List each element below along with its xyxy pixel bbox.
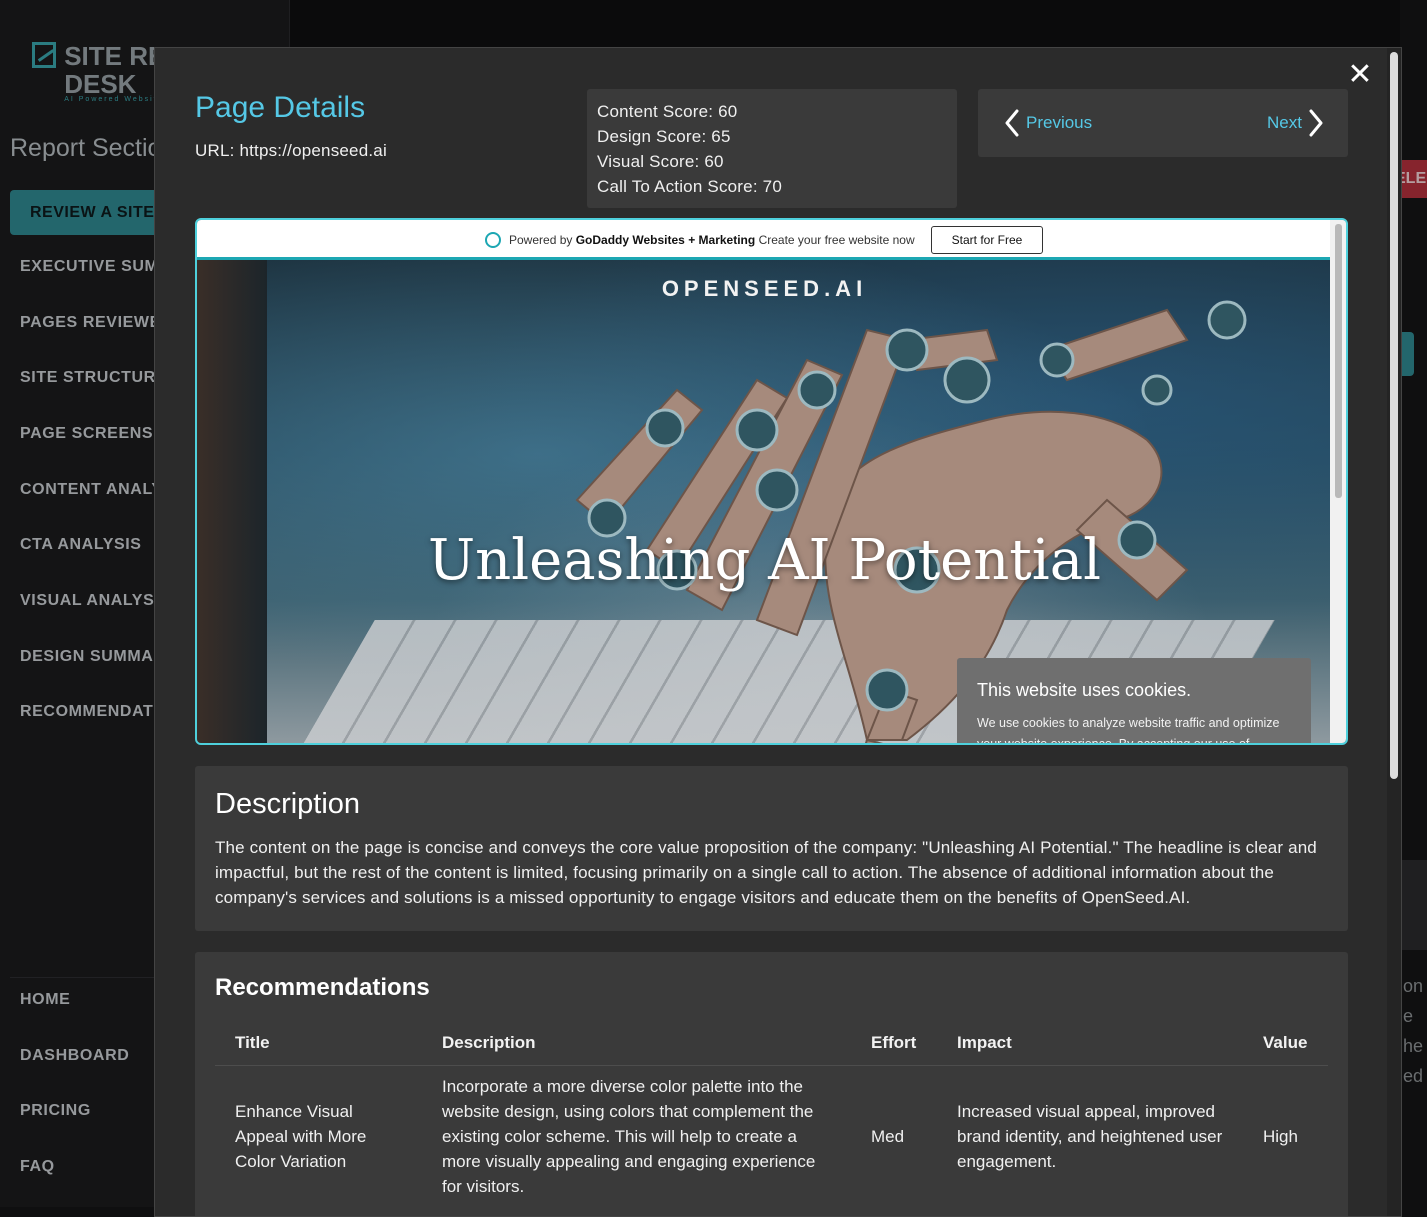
- site-brand-name: OPENSEED.AI: [661, 276, 868, 301]
- rec-value-cell: High: [1263, 1127, 1298, 1146]
- next-button[interactable]: Next: [1267, 109, 1324, 137]
- scores-panel: Content Score: 60 Design Score: 65 Visua…: [587, 89, 957, 208]
- page-details-modal: ✕ Page Details URL: https://openseed.ai …: [154, 47, 1402, 1217]
- column-header-description[interactable]: Description: [422, 1025, 851, 1066]
- page-screenshot-preview[interactable]: Powered by GoDaddy Websites + Marketing …: [195, 218, 1348, 745]
- rec-effort-cell: Med: [871, 1127, 905, 1146]
- recommendations-table: Title Description Effort Impact Value En…: [215, 1025, 1328, 1207]
- modal-scrollbar-thumb[interactable]: [1390, 52, 1398, 779]
- close-button[interactable]: ✕: [1346, 58, 1374, 91]
- column-header-title[interactable]: Title: [215, 1025, 422, 1066]
- page-url: URL: https://openseed.ai: [195, 141, 387, 160]
- design-score: Design Score: 65: [597, 127, 731, 146]
- hero-headline: Unleashing AI Potential: [427, 528, 1102, 593]
- rec-title-cell: Enhance Visual Appeal with More Color Va…: [235, 1102, 367, 1171]
- cookie-banner-body: We use cookies to analyze website traffi…: [977, 716, 1280, 745]
- content-score: Content Score: 60: [597, 102, 738, 121]
- preview-scrollbar[interactable]: [1330, 220, 1346, 743]
- preview-scrollbar-thumb[interactable]: [1335, 224, 1342, 498]
- chevron-right-icon: [1309, 109, 1323, 137]
- godaddy-promo-bar: Powered by GoDaddy Websites + Marketing …: [197, 220, 1346, 260]
- next-label: Next: [1267, 113, 1302, 132]
- previous-label: Previous: [1026, 113, 1093, 132]
- table-header-row: Title Description Effort Impact Value: [215, 1025, 1328, 1066]
- description-text: The content on the page is concise and c…: [215, 838, 1317, 907]
- page-title: Page Details: [195, 91, 366, 124]
- start-for-free-button[interactable]: Start for Free: [930, 226, 1044, 254]
- previous-button[interactable]: Previous: [1004, 109, 1092, 137]
- recommendations-heading: Recommendations: [215, 974, 430, 1001]
- description-card: Description The content on the page is c…: [195, 766, 1348, 931]
- rec-description-cell: Incorporate a more diverse color palette…: [442, 1077, 816, 1196]
- column-header-impact[interactable]: Impact: [937, 1025, 1243, 1066]
- cta-score: Call To Action Score: 70: [597, 177, 782, 196]
- recommendations-card: Recommendations Title Description Effort…: [195, 952, 1348, 1216]
- table-row: Enhance Visual Appeal with More Color Va…: [215, 1066, 1328, 1208]
- chevron-left-icon: [1005, 109, 1019, 137]
- page-pager: Previous Next: [978, 89, 1348, 157]
- godaddy-promo-text: Powered by GoDaddy Websites + Marketing …: [509, 233, 915, 247]
- hero-image: OPENSEED.AI Unleashing AI Potential This…: [197, 260, 1332, 745]
- godaddy-logo-icon: [485, 232, 501, 248]
- description-heading: Description: [215, 788, 361, 820]
- column-header-effort[interactable]: Effort: [851, 1025, 937, 1066]
- modal-scrollbar[interactable]: [1387, 48, 1401, 1216]
- cookie-banner-title: This website uses cookies.: [977, 680, 1192, 700]
- cookie-banner: This website uses cookies. We use cookie…: [957, 658, 1311, 745]
- visual-score: Visual Score: 60: [597, 152, 724, 171]
- close-icon: ✕: [1347, 57, 1373, 91]
- column-header-value[interactable]: Value: [1243, 1025, 1328, 1066]
- rec-impact-cell: Increased visual appeal, improved brand …: [957, 1102, 1223, 1171]
